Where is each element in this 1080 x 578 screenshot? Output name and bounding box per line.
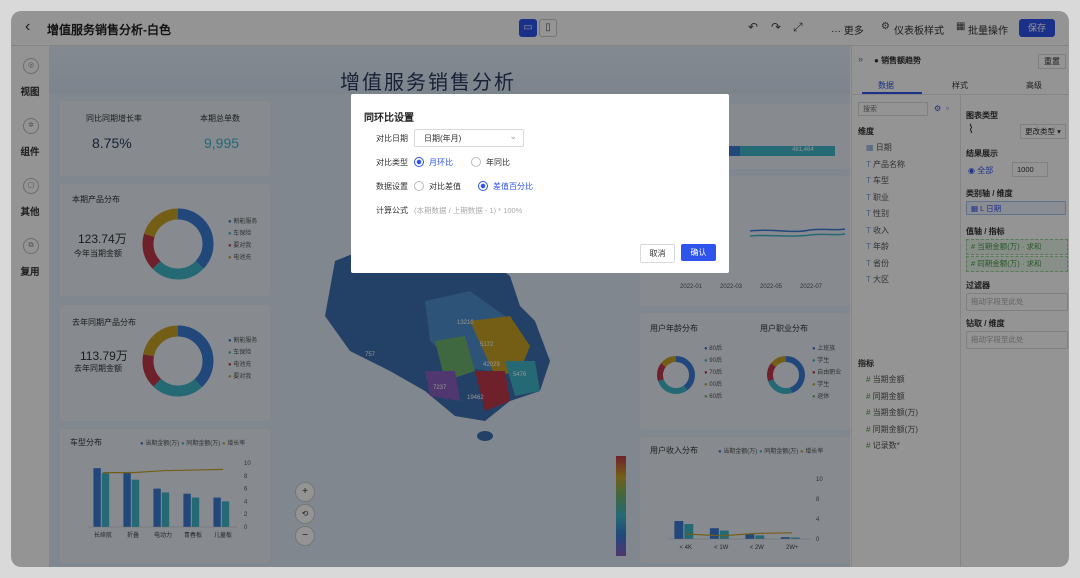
formula-label: 计算公式: [376, 206, 408, 215]
radio-diff-percent[interactable]: [478, 181, 488, 191]
radio-month-over-month[interactable]: [414, 157, 424, 167]
option-diff-value[interactable]: 对比差值: [429, 181, 461, 192]
dialog-title: 同环比设置: [364, 113, 414, 124]
app-frame: ‹ 增值服务销售分析-白色 ▭ ▯ ↶ ↷ ⤢ ··· 更多 ⚙ 仪表板样式 ▦…: [11, 11, 1069, 567]
compare-date-label: 对比日期: [376, 134, 408, 143]
compare-type-label: 对比类型: [376, 158, 408, 167]
formula-value: (本期数据 / 上期数据 - 1) * 100%: [414, 206, 523, 215]
data-setting-label: 数据设置: [376, 182, 408, 191]
radio-diff-value[interactable]: [414, 181, 424, 191]
compare-date-value: 日期(年月): [424, 134, 462, 143]
chevron-down-icon: ⌄: [509, 131, 517, 141]
option-year-over-year[interactable]: 年同比: [486, 157, 510, 168]
radio-year-over-year[interactable]: [471, 157, 481, 167]
cancel-button[interactable]: 取消: [640, 244, 675, 263]
compare-date-select[interactable]: 日期(年月) ⌄: [414, 129, 524, 147]
option-diff-percent[interactable]: 差值百分比: [493, 181, 533, 192]
compare-settings-dialog: 同环比设置 对比日期 日期(年月) ⌄ 对比类型 月环比 年同比 数据设置 对比…: [351, 94, 729, 273]
confirm-button[interactable]: 确认: [681, 244, 716, 261]
option-month-over-month[interactable]: 月环比: [429, 157, 453, 168]
